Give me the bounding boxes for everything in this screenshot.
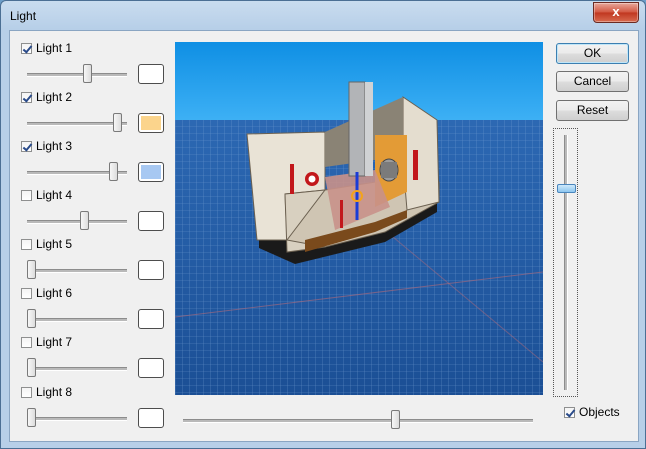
- light-8-slider-thumb[interactable]: [27, 408, 36, 427]
- preview-viewport[interactable]: [175, 42, 543, 395]
- close-icon: x: [612, 4, 620, 19]
- light-2-color-swatch[interactable]: [138, 113, 164, 133]
- machine-preview-image: [175, 42, 543, 395]
- light-5-color-swatch[interactable]: [138, 260, 164, 280]
- light-2-slider-track: [27, 122, 127, 126]
- light-3-checkbox[interactable]: [21, 140, 32, 152]
- light-1-checkbox-row[interactable]: Light 1: [21, 40, 72, 56]
- light-4-checkbox-row[interactable]: Light 4: [21, 187, 72, 203]
- light-7-checkbox[interactable]: [21, 336, 32, 348]
- light-dialog: Light x Light 1 Light 2 Light 3 Light 4 Ligh…: [0, 0, 646, 449]
- light-3-color-swatch[interactable]: [138, 162, 164, 182]
- light-2-slider-thumb[interactable]: [113, 113, 122, 132]
- vertical-slider[interactable]: [553, 128, 578, 397]
- light-4-slider-track: [27, 220, 127, 224]
- light-5-slider-thumb[interactable]: [27, 260, 36, 279]
- light-6-slider-track: [27, 318, 127, 322]
- light-3-checkbox-row[interactable]: Light 3: [21, 138, 72, 154]
- light-2-label: Light 2: [36, 90, 73, 104]
- light-2-checkbox[interactable]: [21, 91, 32, 103]
- light-8-checkbox[interactable]: [21, 386, 32, 398]
- bottom-slider-thumb[interactable]: [391, 410, 400, 429]
- light-7-checkbox-row[interactable]: Light 7: [21, 334, 72, 350]
- dialog-body: Light 1 Light 2 Light 3 Light 4 Light 5 Light…: [9, 30, 639, 442]
- light-1-checkbox[interactable]: [21, 42, 32, 54]
- light-5-slider-track: [27, 269, 127, 273]
- light-3-slider-thumb[interactable]: [109, 162, 118, 181]
- light-5-checkbox[interactable]: [21, 238, 32, 250]
- close-button[interactable]: x: [593, 2, 639, 23]
- vertical-slider-thumb[interactable]: [557, 184, 576, 193]
- light-4-color-swatch[interactable]: [138, 211, 164, 231]
- light-1-slider-track: [27, 73, 127, 77]
- light-8-color-swatch[interactable]: [138, 408, 164, 428]
- title-bar[interactable]: Light x: [1, 1, 645, 30]
- light-4-label: Light 4: [36, 188, 73, 202]
- light-6-checkbox-row[interactable]: Light 6: [21, 285, 72, 301]
- light-4-slider-thumb[interactable]: [80, 211, 89, 230]
- light-8-checkbox-row[interactable]: Light 8: [21, 384, 72, 400]
- light-5-label: Light 5: [36, 237, 73, 251]
- light-6-checkbox[interactable]: [21, 287, 32, 299]
- light-7-label: Light 7: [36, 335, 73, 349]
- ok-button[interactable]: OK: [556, 43, 629, 64]
- objects-checkbox[interactable]: [564, 406, 575, 418]
- light-1-slider-thumb[interactable]: [83, 64, 92, 83]
- light-5-checkbox-row[interactable]: Light 5: [21, 236, 72, 252]
- light-8-label: Light 8: [36, 385, 73, 399]
- light-6-label: Light 6: [36, 286, 73, 300]
- cancel-button[interactable]: Cancel: [556, 71, 629, 92]
- light-7-color-swatch[interactable]: [138, 358, 164, 378]
- light-2-checkbox-row[interactable]: Light 2: [21, 89, 72, 105]
- objects-label: Objects: [579, 405, 620, 419]
- objects-checkbox-row[interactable]: Objects: [564, 404, 620, 420]
- bottom-slider-track: [183, 419, 533, 423]
- light-3-label: Light 3: [36, 139, 73, 153]
- light-6-color-swatch[interactable]: [138, 309, 164, 329]
- light-1-color-swatch[interactable]: [138, 64, 164, 84]
- light-7-slider-track: [27, 367, 127, 371]
- window-title: Light: [10, 9, 37, 23]
- light-1-label: Light 1: [36, 41, 73, 55]
- light-8-slider-track: [27, 417, 127, 421]
- light-6-slider-thumb[interactable]: [27, 309, 36, 328]
- light-7-slider-thumb[interactable]: [27, 358, 36, 377]
- vertical-slider-track: [564, 135, 568, 390]
- reset-button[interactable]: Reset: [556, 100, 629, 121]
- light-4-checkbox[interactable]: [21, 189, 32, 201]
